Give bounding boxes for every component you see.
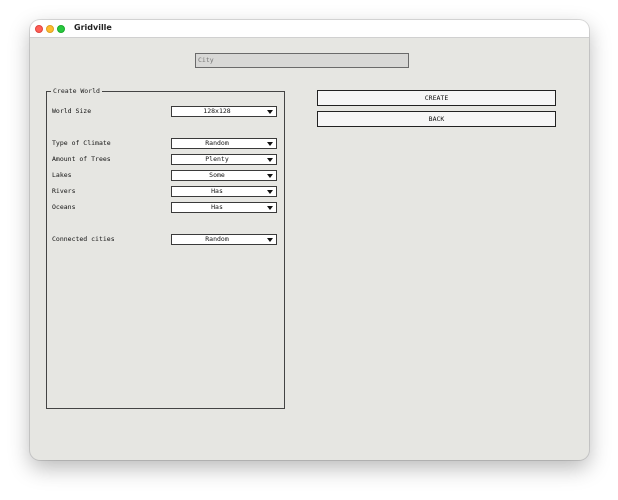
- chevron-down-icon: [267, 206, 273, 210]
- oceans-label: Oceans: [52, 203, 76, 211]
- world-size-label: World Size: [52, 107, 92, 115]
- chevron-down-icon: [267, 110, 273, 114]
- window-title: Gridville: [74, 23, 112, 32]
- trees-select[interactable]: Plenty: [171, 154, 277, 165]
- chevron-down-icon: [267, 142, 273, 146]
- lakes-label: Lakes: [52, 171, 72, 179]
- world-size-select[interactable]: 128x128: [171, 106, 277, 117]
- chevron-down-icon: [267, 190, 273, 194]
- create-button[interactable]: CREATE: [317, 90, 556, 106]
- oceans-select[interactable]: Has: [171, 202, 277, 213]
- trees-value: Plenty: [205, 155, 229, 163]
- rivers-label: Rivers: [52, 187, 76, 195]
- climate-value: Random: [205, 139, 229, 147]
- create-world-legend: Create World: [51, 87, 102, 95]
- app-window: Gridville Create World World Size 128x12…: [30, 20, 589, 460]
- close-window-icon[interactable]: [35, 25, 43, 33]
- maximize-window-icon[interactable]: [57, 25, 65, 33]
- city-name-input[interactable]: [195, 53, 409, 68]
- chevron-down-icon: [267, 158, 273, 162]
- back-button[interactable]: BACK: [317, 111, 556, 127]
- lakes-select[interactable]: Some: [171, 170, 277, 181]
- oceans-value: Has: [211, 203, 223, 211]
- title-bar: Gridville: [30, 20, 589, 38]
- climate-select[interactable]: Random: [171, 138, 277, 149]
- connected-cities-select[interactable]: Random: [171, 234, 277, 245]
- world-size-value: 128x128: [203, 107, 231, 115]
- connected-cities-label: Connected cities: [52, 235, 115, 243]
- climate-label: Type of Climate: [52, 139, 111, 147]
- chevron-down-icon: [267, 174, 273, 178]
- minimize-window-icon[interactable]: [46, 25, 54, 33]
- trees-label: Amount of Trees: [52, 155, 111, 163]
- chevron-down-icon: [267, 238, 273, 242]
- rivers-value: Has: [211, 187, 223, 195]
- connected-cities-value: Random: [205, 235, 229, 243]
- rivers-select[interactable]: Has: [171, 186, 277, 197]
- lakes-value: Some: [209, 171, 225, 179]
